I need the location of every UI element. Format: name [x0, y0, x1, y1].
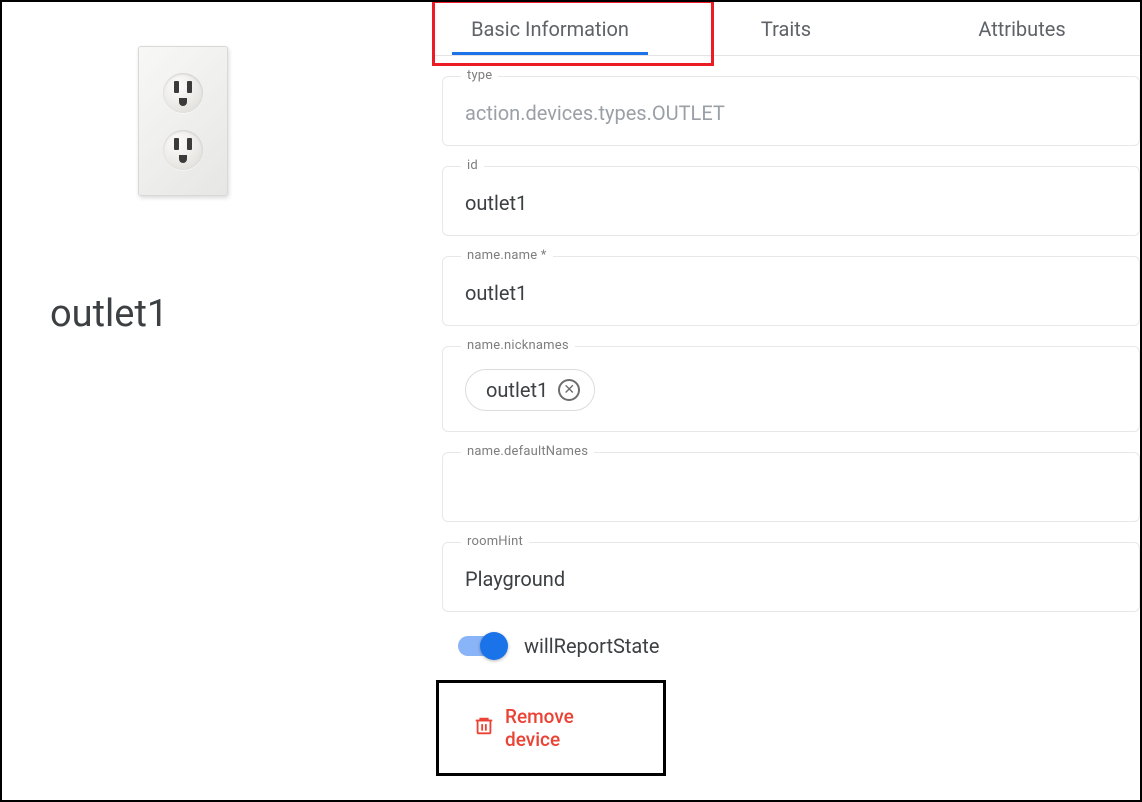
field-label: type — [461, 68, 498, 83]
outlet-icon — [138, 46, 228, 196]
field-value: outlet1 — [465, 281, 1117, 305]
field-default-names[interactable]: name.defaultNames — [442, 452, 1140, 522]
nickname-chip[interactable]: outlet1 ✕ — [465, 369, 595, 411]
device-title: outlet1 — [50, 292, 432, 336]
tab-label: Basic Information — [471, 17, 629, 41]
chip-label: outlet1 — [486, 378, 548, 402]
tab-traits[interactable]: Traits — [668, 2, 904, 55]
field-value: Playground — [465, 567, 1117, 591]
field-label: roomHint — [461, 534, 529, 549]
field-value: action.devices.types.OUTLET — [465, 101, 1117, 125]
field-label: name.nicknames — [461, 338, 575, 353]
tab-attributes[interactable]: Attributes — [904, 2, 1140, 55]
remove-label: Remove device — [505, 705, 629, 751]
field-type[interactable]: type action.devices.types.OUTLET — [442, 76, 1140, 146]
field-value: outlet1 — [465, 191, 1117, 215]
field-value — [465, 477, 1117, 501]
field-label: name.name * — [461, 248, 553, 263]
tabs: Basic Information Traits Attributes — [432, 2, 1140, 56]
tab-basic-information[interactable]: Basic Information — [432, 2, 668, 55]
chip-remove-icon[interactable]: ✕ — [558, 379, 580, 401]
field-label: id — [461, 158, 484, 173]
field-name[interactable]: name.name * outlet1 — [442, 256, 1140, 326]
will-report-state-toggle[interactable] — [458, 636, 504, 656]
tab-label: Attributes — [978, 17, 1065, 41]
highlight-remove-device: Remove device — [436, 680, 666, 776]
field-label: name.defaultNames — [461, 444, 594, 459]
tab-label: Traits — [761, 17, 811, 41]
remove-device-button[interactable]: Remove device — [473, 705, 629, 751]
field-nicknames[interactable]: name.nicknames outlet1 ✕ — [442, 346, 1140, 432]
field-room-hint[interactable]: roomHint Playground — [442, 542, 1140, 612]
field-id[interactable]: id outlet1 — [442, 166, 1140, 236]
toggle-label: willReportState — [524, 634, 659, 658]
trash-icon — [473, 715, 495, 742]
